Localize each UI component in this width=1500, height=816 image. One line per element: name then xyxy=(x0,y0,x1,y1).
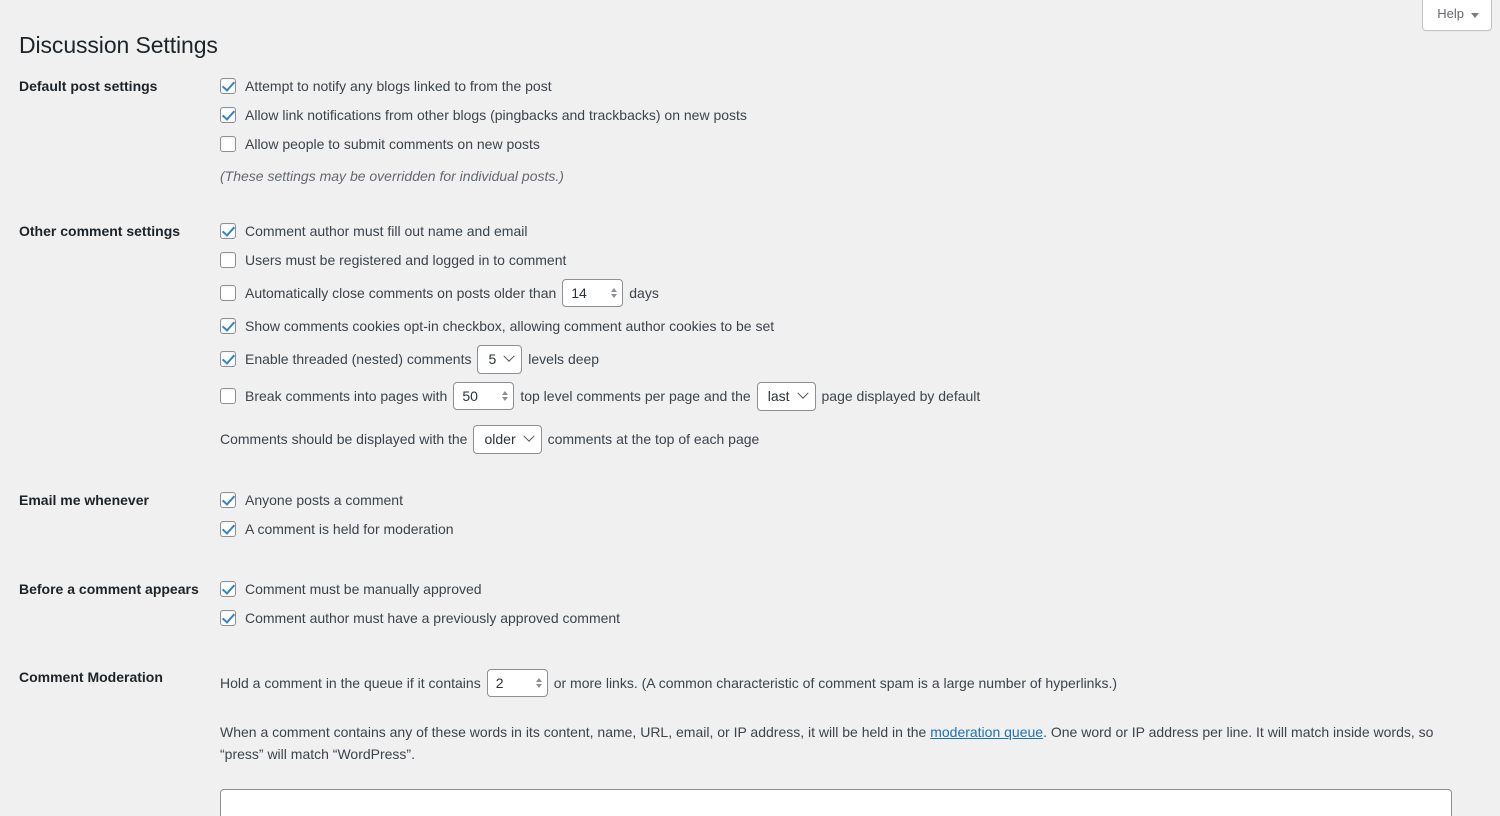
option-require-name-email[interactable]: Comment author must fill out name and em… xyxy=(220,220,1470,242)
row-label-comment-moderation: Comment Moderation xyxy=(19,669,163,685)
default-page-select[interactable]: last xyxy=(756,381,816,411)
option-label[interactable]: Comment must be manually approved xyxy=(245,579,482,600)
spinner-icon[interactable] xyxy=(499,391,509,401)
row-before-comment-appears: Before a comment appears Comment must be… xyxy=(0,569,1490,629)
help-tab-label: Help xyxy=(1437,6,1464,21)
spinner-icon[interactable] xyxy=(533,678,542,688)
moderation-links-value: 2 xyxy=(495,675,504,691)
row-field-before-comment-appears: Comment must be manually approved Commen… xyxy=(220,569,1490,629)
option-allow-comments[interactable]: Allow people to submit comments on new p… xyxy=(220,133,1470,155)
moderation-links-threshold-row: Hold a comment in the queue if it contai… xyxy=(220,668,1470,698)
default-post-hint: (These settings may be overridden for in… xyxy=(220,168,564,184)
row-field-email-me-whenever: Anyone posts a comment A comment is held… xyxy=(220,480,1490,540)
row-field-default-post-settings: Attempt to notify any blogs linked to fr… xyxy=(220,66,1490,187)
row-label-default-post-settings: Default post settings xyxy=(19,78,158,94)
spinner-up-icon[interactable] xyxy=(611,288,618,292)
option-require-registration[interactable]: Users must be registered and logged in t… xyxy=(220,249,1470,271)
auto-close-days-value: 14 xyxy=(571,285,587,301)
spinner-icon[interactable] xyxy=(608,288,618,298)
display-order-value: older xyxy=(484,431,516,447)
auto-close-text-before: Automatically close comments on posts ol… xyxy=(245,285,557,301)
settings-form-table: Default post settings Attempt to notify … xyxy=(0,66,1490,816)
option-manual-approval[interactable]: Comment must be manually approved xyxy=(220,578,1470,600)
spinner-up-icon[interactable] xyxy=(502,391,509,395)
checkbox-require-registration[interactable] xyxy=(220,252,236,268)
display-order-select[interactable]: older xyxy=(473,424,542,454)
threaded-depth-value: 5 xyxy=(488,351,497,367)
comments-per-page-input[interactable]: 50 xyxy=(453,382,515,410)
row-default-post-settings: Default post settings Attempt to notify … xyxy=(0,66,1490,187)
option-label[interactable]: Users must be registered and logged in t… xyxy=(245,250,566,271)
auto-close-text-after: days xyxy=(629,285,659,301)
spinner-up-icon[interactable] xyxy=(535,678,542,682)
option-label[interactable]: Anyone posts a comment xyxy=(245,490,403,511)
paged-text-middle: top level comments per page and the xyxy=(520,388,751,404)
checkbox-notify-linked-blogs[interactable] xyxy=(220,78,236,94)
chevron-down-icon xyxy=(503,350,515,362)
chevron-down-icon xyxy=(796,387,809,399)
moderation-queue-link[interactable]: moderation queue xyxy=(930,724,1043,740)
threaded-text-after: levels deep xyxy=(528,351,600,367)
option-label[interactable]: Comment author must have a previously ap… xyxy=(245,608,620,629)
row-field-comment-moderation: Hold a comment in the queue if it contai… xyxy=(220,657,1490,816)
checkbox-allow-comments[interactable] xyxy=(220,136,236,152)
row-label-email-me-whenever: Email me whenever xyxy=(19,492,149,508)
row-other-comment-settings: Other comment settings Comment author mu… xyxy=(0,211,1490,454)
option-previously-approved[interactable]: Comment author must have a previously ap… xyxy=(220,607,1470,629)
option-auto-close-comments[interactable]: Automatically close comments on posts ol… xyxy=(220,278,1470,308)
option-label[interactable]: A comment is held for moderation xyxy=(245,519,454,540)
option-email-held-moderation[interactable]: A comment is held for moderation xyxy=(220,518,1470,540)
option-break-comments-pages[interactable]: Break comments into pages with 50 top le… xyxy=(220,381,1470,411)
checkbox-allow-pingbacks[interactable] xyxy=(220,107,236,123)
spinner-down-icon[interactable] xyxy=(535,684,542,688)
default-page-value: last xyxy=(767,388,790,404)
option-label[interactable]: Attempt to notify any blogs linked to fr… xyxy=(245,76,552,97)
option-email-anyone-posts[interactable]: Anyone posts a comment xyxy=(220,489,1470,511)
spinner-down-icon[interactable] xyxy=(502,397,509,401)
chevron-down-icon xyxy=(1471,12,1479,18)
display-order-text-after: comments at the top of each page xyxy=(547,431,760,447)
chevron-down-icon xyxy=(522,430,535,442)
spinner-down-icon[interactable] xyxy=(611,294,618,298)
checkbox-break-comments-pages[interactable] xyxy=(220,388,236,404)
option-label[interactable]: Show comments cookies opt-in checkbox, a… xyxy=(245,316,774,337)
paged-text-after: page displayed by default xyxy=(821,388,981,404)
checkbox-manual-approval[interactable] xyxy=(220,581,236,597)
hold-text-before: Hold a comment in the queue if it contai… xyxy=(220,675,481,691)
help-tab-button[interactable]: Help xyxy=(1422,0,1492,31)
row-email-me-whenever: Email me whenever Anyone posts a comment… xyxy=(0,480,1490,540)
auto-close-days-input[interactable]: 14 xyxy=(562,279,624,307)
moderation-keys-textarea[interactable] xyxy=(220,789,1452,816)
page-title: Discussion Settings xyxy=(19,32,218,59)
checkbox-previously-approved[interactable] xyxy=(220,610,236,626)
option-threaded-comments[interactable]: Enable threaded (nested) comments 5 leve… xyxy=(220,344,1470,374)
display-order-text-before: Comments should be displayed with the xyxy=(220,431,468,447)
row-field-other-comment-settings: Comment author must fill out name and em… xyxy=(220,211,1490,454)
threaded-depth-select[interactable]: 5 xyxy=(477,344,523,374)
threaded-text-before: Enable threaded (nested) comments xyxy=(245,351,472,367)
comments-per-page-value: 50 xyxy=(462,388,478,404)
moderation-text-before: When a comment contains any of these wor… xyxy=(220,724,931,740)
option-label[interactable]: Allow link notifications from other blog… xyxy=(245,105,747,126)
checkbox-email-anyone-posts[interactable] xyxy=(220,492,236,508)
paged-text-before: Break comments into pages with xyxy=(245,388,448,404)
moderation-links-input[interactable]: 2 xyxy=(486,669,548,697)
checkbox-require-name-email[interactable] xyxy=(220,223,236,239)
comment-display-order-row: Comments should be displayed with the ol… xyxy=(220,424,1470,454)
option-cookies-optin[interactable]: Show comments cookies opt-in checkbox, a… xyxy=(220,315,1470,337)
row-comment-moderation: Comment Moderation Hold a comment in the… xyxy=(0,657,1490,816)
checkbox-cookies-optin[interactable] xyxy=(220,318,236,334)
row-label-other-comment-settings: Other comment settings xyxy=(19,223,181,239)
discussion-settings-page: Help Discussion Settings Default post se… xyxy=(0,0,1500,816)
option-allow-pingbacks[interactable]: Allow link notifications from other blog… xyxy=(220,104,1470,126)
option-label[interactable]: Allow people to submit comments on new p… xyxy=(245,134,540,155)
row-label-before-comment-appears: Before a comment appears xyxy=(19,581,199,597)
moderation-description: When a comment contains any of these wor… xyxy=(220,722,1453,765)
hold-text-after: or more links. (A common characteristic … xyxy=(553,675,1118,691)
checkbox-email-held-moderation[interactable] xyxy=(220,521,236,537)
checkbox-auto-close-comments[interactable] xyxy=(220,285,236,301)
option-notify-linked-blogs[interactable]: Attempt to notify any blogs linked to fr… xyxy=(220,75,1470,97)
checkbox-threaded-comments[interactable] xyxy=(220,351,236,367)
option-label[interactable]: Comment author must fill out name and em… xyxy=(245,221,527,242)
